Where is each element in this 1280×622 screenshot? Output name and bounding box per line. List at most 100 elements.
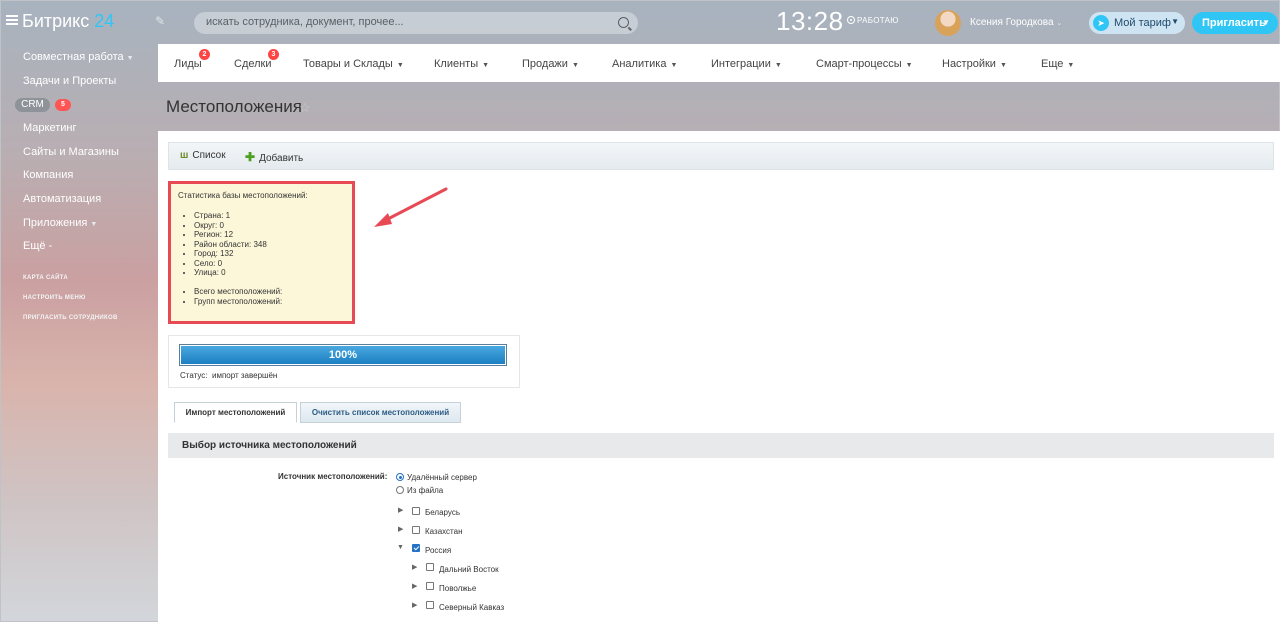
radio-from-file[interactable]: [396, 486, 404, 494]
nav-item-label: Сделки: [234, 58, 272, 70]
search-input[interactable]: искать сотрудника, документ, прочее...: [194, 12, 638, 34]
invite-button[interactable]: Пригласить ▼: [1192, 12, 1278, 34]
work-status[interactable]: РАБОТАЮ: [847, 16, 899, 25]
stats-item: Регион: 12: [194, 230, 267, 240]
nav-item-deals[interactable]: Сделки 3: [234, 49, 279, 70]
radio-from-file-label[interactable]: Из файла: [407, 486, 443, 495]
nav-item-label: Продажи: [522, 58, 568, 70]
search-icon[interactable]: [618, 17, 629, 28]
checkbox-belarus[interactable]: [412, 507, 420, 515]
nav-item-more[interactable]: Еще ▼: [1041, 58, 1074, 70]
nav-item-settings[interactable]: Настройки ▼: [942, 58, 1007, 70]
nav-item-label: Еще: [1041, 58, 1064, 70]
nav-item-products[interactable]: Товары и Склады ▼: [303, 58, 404, 70]
checkbox-kazakhstan[interactable]: [412, 526, 420, 534]
stats-title: Статистика базы местоположений:: [178, 191, 308, 200]
tab-import-locations[interactable]: Импорт местоположений: [174, 402, 297, 423]
sidebar-item-label: Приложения: [23, 217, 88, 229]
sidebar-item-label: Задачи и Проекты: [23, 75, 117, 87]
nav-item-integrations[interactable]: Интеграции ▼: [711, 58, 782, 70]
section-header: Выбор источника местоположений: [168, 433, 1274, 458]
avatar[interactable]: [935, 10, 961, 36]
tree-label-belarus[interactable]: Беларусь: [425, 508, 460, 517]
list-icon: ш: [180, 150, 189, 161]
stats-item: Округ: 0: [194, 221, 267, 231]
sidebar-item-automation[interactable]: Автоматизация: [23, 193, 101, 205]
nav-item-smart-processes[interactable]: Смарт-процессы ▼: [816, 58, 913, 70]
invite-label: Пригласить: [1202, 17, 1266, 29]
sidebar-item-apps[interactable]: Приложения ▼: [23, 217, 97, 229]
deals-counter-badge: 3: [268, 49, 279, 60]
section-title: Выбор источника местоположений: [182, 440, 357, 451]
nav-item-analytics[interactable]: Аналитика ▼: [612, 58, 677, 70]
user-menu[interactable]: Ксения Городкова ⌄: [970, 17, 1062, 28]
checkbox-volga[interactable]: [426, 582, 434, 590]
chevron-down-icon: ▼: [905, 62, 913, 69]
checkbox-russia[interactable]: [412, 544, 420, 552]
sidebar-item-label: Сайты и Магазины: [23, 146, 119, 158]
sidebar-item-collaboration[interactable]: Совместная работа ▼: [23, 51, 134, 63]
expand-arrow-icon[interactable]: ▶: [412, 563, 417, 571]
checkbox-far-east[interactable]: [426, 563, 434, 571]
chevron-down-icon: ▼: [1262, 18, 1270, 27]
sidebar-item-label: Автоматизация: [23, 193, 102, 205]
search-placeholder: искать сотрудника, документ, прочее...: [206, 16, 404, 28]
sidebar-item-marketing[interactable]: Маркетинг: [23, 122, 76, 134]
nav-item-label: Смарт-процессы: [816, 58, 902, 70]
plus-icon: ✚: [245, 150, 256, 164]
location-stats-panel: Статистика базы местоположений: Страна: …: [168, 181, 355, 324]
stats-total-groups: Групп местоположений:: [194, 297, 282, 307]
checkbox-north-caucasus[interactable]: [426, 601, 434, 609]
sidebar: Совместная работа ▼ Задачи и Проекты CRM …: [0, 44, 158, 622]
expand-arrow-icon[interactable]: ▶: [398, 525, 403, 533]
status-label: Статус:: [180, 371, 208, 380]
tree-label-volga[interactable]: Поволжье: [439, 584, 476, 593]
logo[interactable]: Битрикс 24: [22, 11, 114, 32]
sidebar-item-crm[interactable]: CRM: [15, 98, 50, 112]
expand-arrow-icon[interactable]: ▶: [412, 601, 417, 609]
sidebar-link-sitemap[interactable]: КАРТА САЙТА: [23, 275, 68, 281]
menu-icon[interactable]: [6, 15, 18, 25]
collapse-arrow-icon[interactable]: ▼: [397, 544, 404, 551]
tree-label-kazakhstan[interactable]: Казахстан: [425, 527, 463, 536]
expand-arrow-icon[interactable]: ▶: [412, 582, 417, 590]
chevron-down-icon: ⌄: [1056, 20, 1063, 27]
chevron-down-icon: ▼: [90, 221, 98, 228]
sidebar-item-tasks[interactable]: Задачи и Проекты: [23, 75, 116, 87]
list-button[interactable]: ш Список: [180, 150, 226, 161]
logo-number: 24: [94, 11, 115, 31]
status-value: импорт завершён: [211, 371, 278, 380]
sidebar-item-sites[interactable]: Сайты и Магазины: [23, 146, 119, 158]
radio-remote-server-label[interactable]: Удалённый сервер: [407, 473, 477, 482]
list-button-label: Список: [192, 150, 226, 161]
work-status-icon: [847, 16, 855, 24]
chevron-down-icon: ▼: [774, 62, 782, 69]
my-plan-label: Мой тариф: [1114, 17, 1171, 29]
work-status-label: РАБОТАЮ: [857, 16, 899, 25]
sidebar-link-configure-menu[interactable]: НАСТРОИТЬ МЕНЮ: [23, 295, 86, 301]
star-icon[interactable]: ☆: [299, 100, 311, 116]
tree-label-russia[interactable]: Россия: [425, 546, 451, 555]
sidebar-item-label: Совместная работа: [23, 51, 124, 63]
nav-item-label: Настройки: [942, 58, 996, 70]
expand-arrow-icon[interactable]: ▶: [398, 506, 403, 514]
radio-remote-server[interactable]: [396, 473, 404, 481]
page-title: Местоположения: [166, 97, 302, 116]
clock: 13:28: [776, 6, 844, 36]
sidebar-item-company[interactable]: Компания: [23, 169, 73, 181]
sidebar-item-label: Ещё -: [23, 240, 53, 252]
chevron-down-icon: ▼: [126, 55, 134, 62]
my-plan-button[interactable]: ➤ Мой тариф ▼: [1089, 12, 1185, 34]
stats-item: Город: 132: [194, 249, 267, 259]
top-header: Битрикс 24 ✎ искать сотрудника, документ…: [0, 0, 1280, 44]
nav-item-sales[interactable]: Продажи ▼: [522, 58, 579, 70]
pencil-icon[interactable]: ✎: [155, 14, 165, 28]
add-button[interactable]: ✚ Добавить: [245, 150, 303, 164]
tree-label-north-caucasus[interactable]: Северный Кавказ: [439, 603, 504, 612]
sidebar-link-invite-employees[interactable]: ПРИГЛАСИТЬ СОТРУДНИКОВ: [23, 315, 118, 321]
nav-item-leads[interactable]: Лиды 2: [174, 49, 210, 70]
tree-label-far-east[interactable]: Дальний Восток: [439, 565, 499, 574]
sidebar-item-more[interactable]: Ещё -: [23, 240, 52, 252]
nav-item-clients[interactable]: Клиенты ▼: [434, 58, 489, 70]
tab-clear-locations[interactable]: Очистить список местоположений: [300, 402, 461, 423]
